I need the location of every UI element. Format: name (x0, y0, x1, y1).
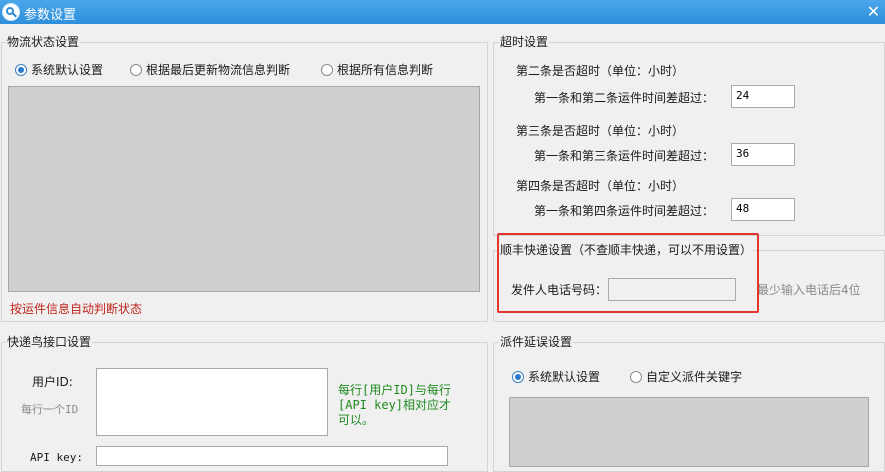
kdniao-user-id-textarea[interactable] (96, 368, 328, 436)
logistics-option-default[interactable]: 系统默认设置 (15, 61, 103, 78)
timeout-heading-2: 第二条是否超时（单位：小时） (516, 64, 685, 78)
timeout-input-3[interactable]: 36 (731, 143, 795, 166)
search-app-icon (2, 3, 20, 21)
kdniao-note: 每行[用户ID]与每行 [API key]相对应才 可以。 (338, 383, 451, 428)
delay-option-default[interactable]: 系统默认设置 (512, 368, 600, 385)
kdniao-api-key-textarea[interactable] (96, 446, 448, 466)
kdniao-note-line-2: [API key]相对应才 (338, 398, 452, 412)
title-bar: 参数设置 ✕ (0, 0, 885, 24)
timeout-label-4: 第一条和第四条运件时间差超过： (534, 204, 715, 218)
logistics-option-last-update-label: 根据最后更新物流信息判断 (146, 63, 291, 77)
sf-express-highlight-box (497, 233, 759, 313)
timeout-title: 超时设置 (499, 35, 550, 49)
logistics-option-all-info-label: 根据所有信息判断 (337, 63, 434, 77)
timeout-input-4[interactable]: 48 (731, 198, 795, 221)
timeout-label-2: 第一条和第二条运件时间差超过： (534, 91, 715, 105)
timeout-heading-3: 第三条是否超时（单位：小时） (516, 124, 685, 138)
timeout-heading-4: 第四条是否超时（单位：小时） (516, 179, 685, 193)
logistics-rules-panel[interactable] (8, 86, 480, 292)
kdniao-api-key-label: API key: (30, 451, 83, 464)
delivery-delay-title: 派件延误设置 (499, 335, 574, 349)
window-title: 参数设置 (24, 8, 77, 23)
kdniao-user-id-sublabel: 每行一个ID (21, 403, 79, 416)
kdniao-note-line-3: 可以。 (338, 413, 375, 427)
timeout-label-3: 第一条和第三条运件时间差超过： (534, 149, 715, 163)
sf-phone-hint: 最少输入电话后4位 (757, 283, 861, 297)
radio-unchecked-icon (130, 63, 142, 76)
logistics-option-all-info[interactable]: 根据所有信息判断 (321, 61, 433, 78)
delay-keywords-panel[interactable] (509, 397, 869, 467)
close-button[interactable]: ✕ (862, 0, 885, 24)
radio-unchecked-icon (321, 63, 333, 76)
close-icon: ✕ (866, 2, 881, 21)
delay-option-custom-label: 自定义派件关键字 (646, 370, 743, 384)
logistics-status-title: 物流状态设置 (6, 35, 81, 49)
kdniao-user-id-label: 用户ID: (32, 375, 73, 389)
logistics-footer-note: 按运件信息自动判断状态 (10, 302, 143, 316)
logistics-option-last-update[interactable]: 根据最后更新物流信息判断 (130, 61, 290, 78)
timeout-input-2[interactable]: 24 (731, 85, 795, 108)
kdniao-title: 快递鸟接口设置 (6, 335, 93, 349)
kdniao-note-line-1: 每行[用户ID]与每行 (338, 383, 451, 397)
radio-checked-icon (512, 370, 524, 383)
delay-option-custom[interactable]: 自定义派件关键字 (630, 368, 742, 385)
logistics-option-default-label: 系统默认设置 (31, 63, 104, 77)
delay-option-default-label: 系统默认设置 (528, 370, 601, 384)
radio-unchecked-icon (630, 370, 642, 383)
radio-checked-icon (15, 63, 27, 76)
